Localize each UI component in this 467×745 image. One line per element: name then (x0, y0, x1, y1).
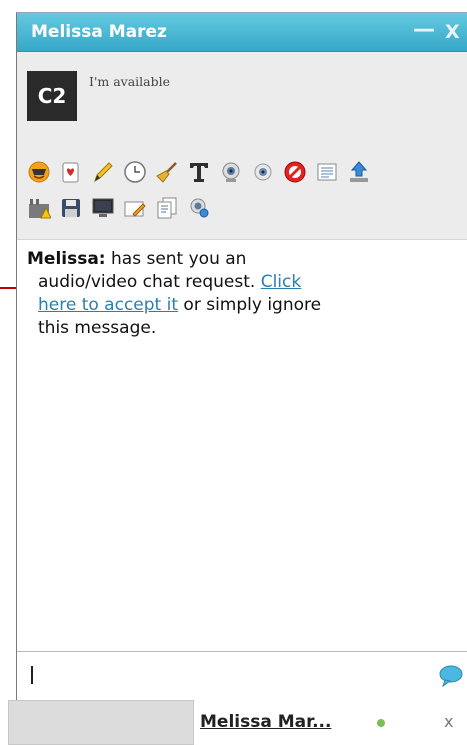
avatar: C2 (27, 71, 77, 121)
text-format-icon[interactable] (187, 160, 211, 184)
broom-icon[interactable] (155, 160, 179, 184)
upload-icon[interactable] (347, 160, 371, 184)
save-icon[interactable] (59, 196, 83, 220)
text-caret (31, 666, 33, 684)
card-icon[interactable] (59, 160, 83, 184)
factory-warning-icon[interactable] (27, 196, 51, 220)
tab-close-button[interactable]: x (444, 712, 453, 731)
accept-link[interactable]: here to accept it (38, 295, 178, 315)
edit-note-icon[interactable] (123, 196, 147, 220)
message-sender: Melissa: (27, 249, 106, 269)
input-area (17, 651, 467, 702)
speech-bubble-icon[interactable] (439, 665, 463, 687)
chat-message: Melissa: has sent you an audio/video cha… (27, 249, 322, 338)
pencil-icon[interactable] (91, 160, 115, 184)
smiley-icon[interactable] (27, 160, 51, 184)
close-button[interactable]: X (445, 21, 460, 43)
chat-tab-active[interactable]: Melissa Mar... x (194, 700, 467, 745)
chat-tab-name[interactable]: Melissa Mar... (200, 712, 331, 732)
minimize-button[interactable]: — (413, 17, 435, 42)
window-title: Melissa Marez (31, 22, 167, 42)
monitor-icon[interactable] (91, 196, 115, 220)
list-icon[interactable] (315, 160, 339, 184)
contact-header: C2 I'm available (17, 52, 467, 240)
message-input[interactable] (29, 662, 433, 690)
status-text: I'm available (89, 74, 171, 89)
online-status-icon (377, 719, 385, 727)
clock-icon[interactable] (123, 160, 147, 184)
title-bar[interactable]: Melissa Marez — X (17, 13, 467, 52)
block-icon[interactable] (283, 160, 307, 184)
chat-tab-inactive[interactable] (8, 700, 194, 745)
message-area: Melissa: has sent you an audio/video cha… (17, 239, 467, 652)
webcam-search-icon[interactable] (187, 196, 211, 220)
chat-window: Melissa Marez — X C2 I'm available Melis… (16, 12, 467, 702)
webcam-alt-icon[interactable] (251, 160, 275, 184)
webcam-icon[interactable] (219, 160, 243, 184)
document-icon[interactable] (155, 196, 179, 220)
accept-link-start[interactable]: Click (261, 272, 302, 292)
